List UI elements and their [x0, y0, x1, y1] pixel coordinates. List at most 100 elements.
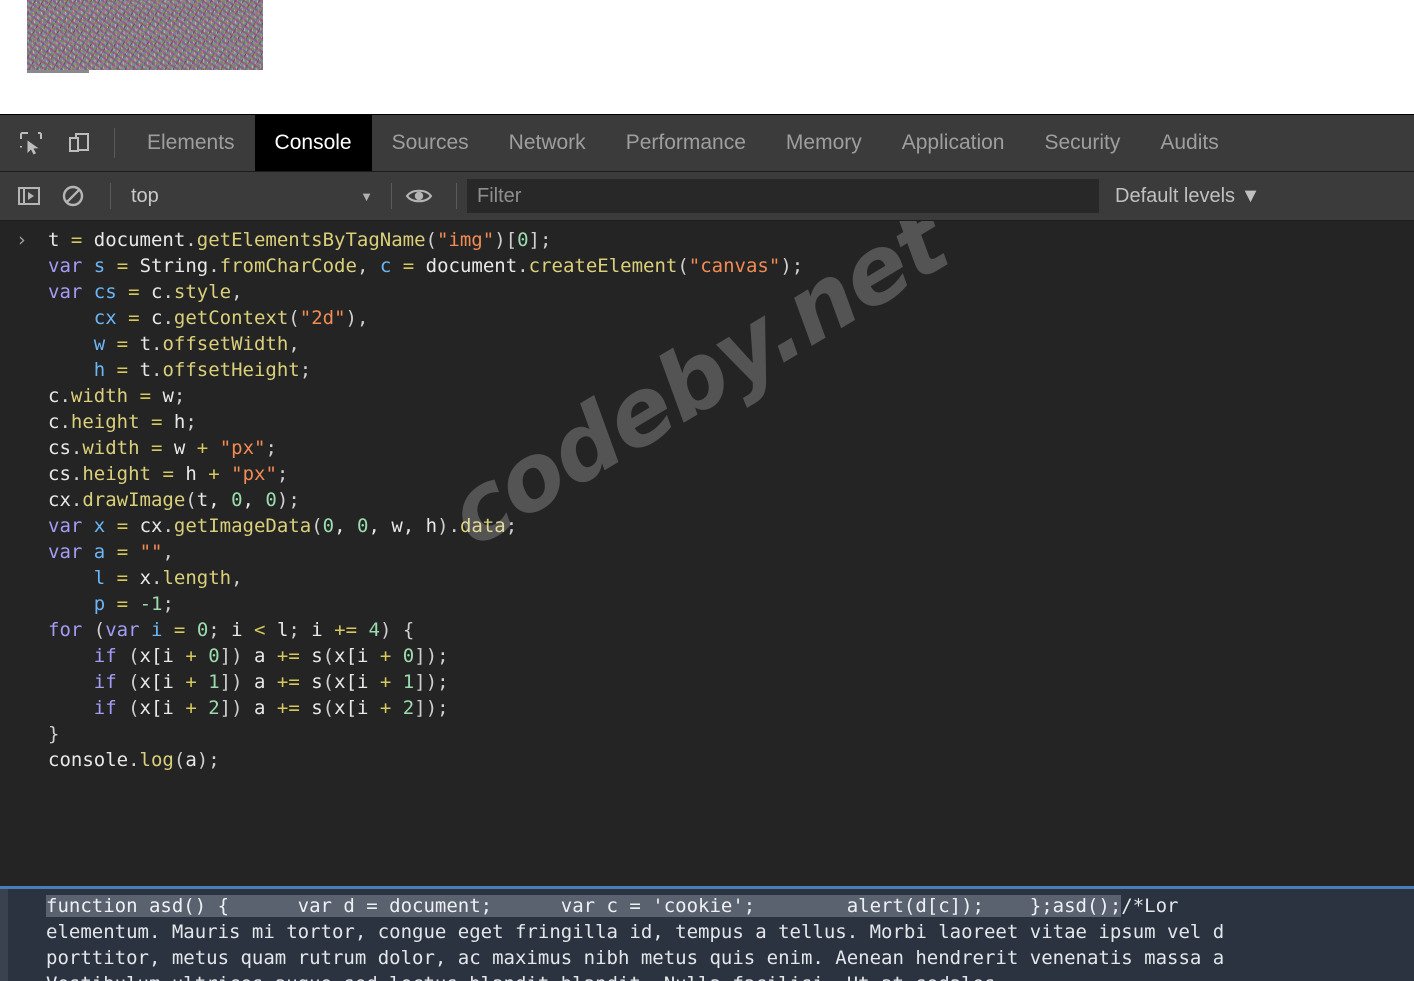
code-token: , — [288, 333, 300, 355]
code-line-text: var a = "", — [0, 539, 1414, 565]
code-token: 0 — [208, 645, 220, 667]
code-token: ]) — [219, 645, 243, 667]
tab-label: Security — [1044, 131, 1121, 154]
device-toolbar-icon[interactable] — [62, 126, 96, 160]
code-token: t — [128, 333, 152, 355]
console-input-block[interactable]: › t = document.getElementsByTagName("img"… — [0, 221, 1414, 775]
code-token: offsetHeight — [162, 359, 300, 381]
tab-label: Elements — [147, 131, 235, 154]
inspect-element-icon[interactable] — [14, 126, 48, 160]
tab-elements[interactable]: Elements — [127, 115, 255, 171]
code-token: . — [162, 281, 174, 303]
tab-application[interactable]: Application — [882, 115, 1025, 171]
tabbar-divider — [114, 128, 115, 158]
code-token: ). — [437, 515, 460, 537]
code-token: offsetWidth — [162, 333, 289, 355]
code-token: "" — [139, 541, 163, 563]
code-token: . — [151, 333, 163, 355]
code-token: , — [231, 567, 243, 589]
code-token: ( — [82, 619, 106, 641]
code-token: ) { — [379, 619, 415, 641]
code-line: c.height = h; — [0, 409, 1414, 435]
code-token: var — [48, 281, 83, 303]
code-token: w — [93, 333, 106, 355]
code-token: 0 — [231, 489, 243, 511]
output-line: Vestibulum ultrices augue sed lectus bla… — [46, 971, 1414, 981]
console-body[interactable]: › t = document.getElementsByTagName("img"… — [0, 221, 1414, 981]
code-token: x[i — [139, 645, 186, 667]
code-token: += — [276, 671, 300, 693]
tab-performance[interactable]: Performance — [606, 115, 766, 171]
code-token: . — [185, 229, 197, 251]
code-line-text: cs.width = w + "px"; — [0, 435, 1414, 461]
log-levels-dropdown[interactable]: Default levels ▼ — [1115, 185, 1260, 208]
output-text: elementum. Mauris mi tortor, congue eget… — [46, 921, 1225, 943]
code-token: 0 — [265, 489, 277, 511]
code-line-text: t = document.getElementsByTagName("img")… — [0, 227, 1414, 253]
code-line-text: cx = c.getContext("2d"), — [0, 305, 1414, 331]
code-token: var — [105, 619, 140, 641]
code-token: 2 — [208, 697, 220, 719]
code-token: -1 — [139, 593, 163, 615]
code-token: String — [128, 255, 209, 277]
live-expression-icon[interactable] — [402, 179, 436, 213]
devtools-tabbar: Elements Console Sources Network Perform… — [0, 115, 1414, 172]
code-token: document — [82, 229, 186, 251]
code-token: log — [139, 749, 174, 771]
log-levels-label: Default levels — [1115, 184, 1236, 207]
code-token: createElement — [528, 255, 678, 277]
code-token: "px" — [231, 463, 277, 485]
code-line: console.log(a); — [0, 747, 1414, 773]
code-line-text: } — [0, 721, 1414, 747]
tab-network[interactable]: Network — [489, 115, 606, 171]
filter-input[interactable] — [467, 179, 1099, 213]
code-token: , w, h — [368, 515, 438, 537]
code-line-text: h = t.offsetHeight; — [0, 357, 1414, 383]
code-token: = — [128, 281, 140, 303]
code-line-text: var cs = c.style, — [0, 279, 1414, 305]
console-sidebar-icon[interactable] — [12, 179, 46, 213]
code-token: ]) — [219, 671, 243, 693]
code-token: ( — [116, 697, 140, 719]
code-token: . — [162, 515, 174, 537]
code-token: 1 — [402, 671, 415, 693]
execution-context-select[interactable]: top ▼ — [121, 185, 381, 208]
prompt-marker-icon: › — [16, 229, 28, 251]
code-token: + — [185, 697, 197, 719]
code-token: + — [185, 645, 197, 667]
code-token: ; — [185, 411, 197, 433]
tab-sources[interactable]: Sources — [372, 115, 489, 171]
chevron-down-icon: ▼ — [1240, 184, 1261, 207]
tab-security[interactable]: Security — [1024, 115, 1140, 171]
tab-memory[interactable]: Memory — [766, 115, 882, 171]
filterbar-divider-1 — [110, 183, 111, 209]
code-token: + — [379, 645, 392, 667]
code-token: a — [185, 749, 197, 771]
tab-audits[interactable]: Audits — [1140, 115, 1238, 171]
code-token: = — [116, 515, 129, 537]
code-token: = — [139, 385, 152, 407]
code-token: ); — [276, 489, 300, 511]
tab-console[interactable]: Console — [254, 115, 372, 171]
code-token: c — [139, 307, 163, 329]
clear-console-icon[interactable] — [56, 179, 90, 213]
code-token: x[i — [334, 645, 380, 667]
code-token: a — [242, 671, 277, 693]
code-token: ; — [276, 463, 289, 485]
code-line-text: if (x[i + 0]) a += s(x[i + 0]); — [0, 643, 1414, 669]
code-token: 0 — [196, 619, 209, 641]
code-token: c — [379, 255, 392, 277]
code-token: + — [379, 697, 392, 719]
code-token: = — [116, 359, 129, 381]
code-line: p = -1; — [0, 591, 1414, 617]
console-output: function asd() { var d = document; var c… — [0, 886, 1414, 981]
